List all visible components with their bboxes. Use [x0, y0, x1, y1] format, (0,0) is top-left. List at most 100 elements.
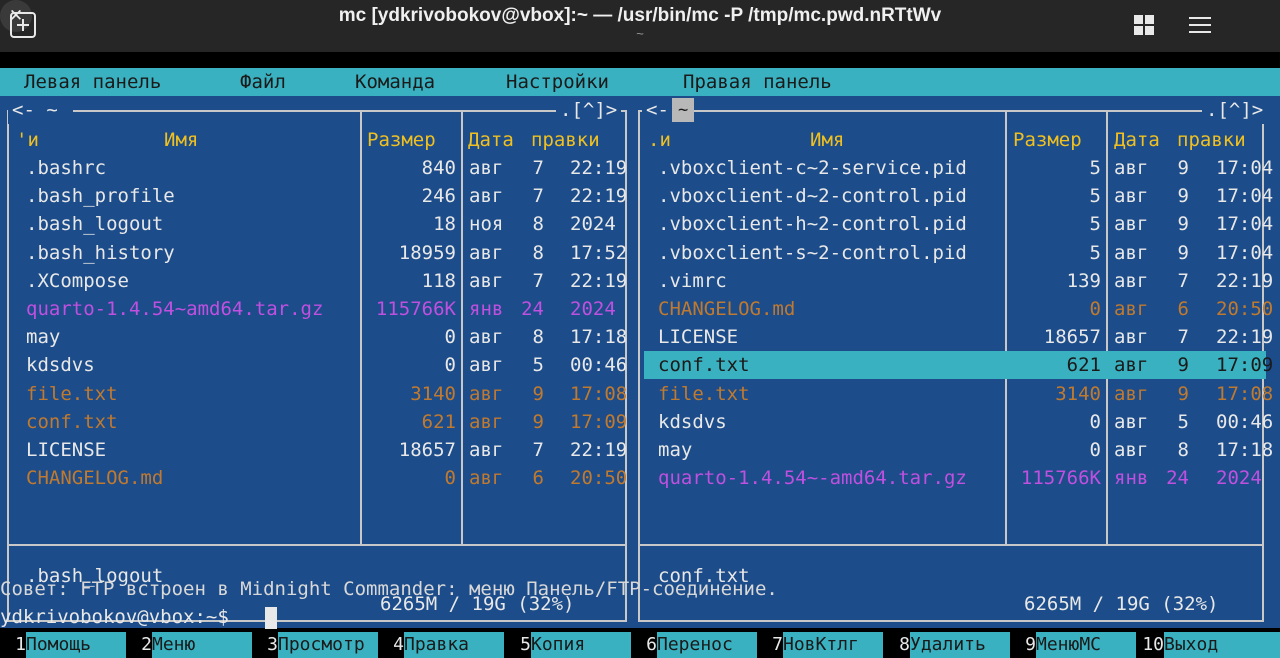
left-header-date[interactable]: Дата — [468, 126, 514, 154]
file-name: .XCompose — [26, 269, 129, 292]
fkey-10[interactable]: 10 Выход — [1136, 632, 1280, 658]
file-row[interactable]: quarto-1.4.54~amd64.tar.gz 115766K янв 24 20… — [0, 295, 636, 323]
fkey-1[interactable]: 1 Помощь — [0, 632, 126, 658]
file-day: 7 — [1177, 269, 1189, 292]
file-row[interactable]: .vboxclient-h~2-control.pid 5 авг 9 17:04 — [636, 210, 1280, 238]
file-month: авг — [1114, 410, 1149, 433]
menu-left-panel[interactable]: Левая панель — [24, 68, 161, 96]
left-header-size[interactable]: Размер — [367, 126, 436, 154]
left-panel[interactable]: <- ~ .[^]> 'и Имя Размер Дата правки .ba… — [0, 96, 636, 628]
file-time: 22:19 — [570, 439, 628, 461]
left-header-modified[interactable]: правки — [531, 126, 600, 154]
right-header-name[interactable]: Имя — [810, 126, 844, 154]
file-time: 17:18 — [570, 326, 628, 349]
file-row[interactable]: .XCompose 118 авг 7 22:19 — [0, 267, 636, 295]
file-time: 17:04 — [1216, 157, 1274, 179]
file-time: 00:46 — [1216, 410, 1274, 433]
file-row[interactable]: kdsdvs 0 авг 5 00:46 — [0, 351, 636, 379]
file-name: kdsdvs — [658, 410, 727, 433]
fkey-label: Перенос — [657, 632, 757, 658]
fkey-8[interactable]: 8 Удалить — [884, 632, 1010, 658]
file-row[interactable]: .vboxclient-c~2-service.pid 5 авг 9 17:04 — [636, 154, 1280, 182]
file-size: 115766K — [1020, 467, 1101, 490]
window-title: mc [ydkrivobokov@vbox]:~ — /usr/bin/mc -… — [338, 5, 942, 26]
file-time: 22:19 — [1216, 269, 1274, 292]
right-panel[interactable]: <- ~ .[^]> .и Имя Размер Дата правки .vb… — [636, 96, 1280, 628]
hamburger-menu-icon[interactable] — [1187, 12, 1213, 38]
file-month: янв — [469, 298, 504, 320]
terminal[interactable]: Левая панель Файл Команда Настройки Прав… — [0, 52, 1280, 658]
mc-menubar: Левая панель Файл Команда Настройки Прав… — [0, 68, 1280, 96]
menu-file[interactable]: Файл — [240, 68, 286, 96]
file-size: 5 — [1089, 185, 1101, 208]
file-row[interactable]: may 0 авг 8 17:18 — [0, 323, 636, 351]
file-row[interactable]: .vboxclient-s~2-control.pid 5 авг 9 17:04 — [636, 239, 1280, 267]
file-row[interactable]: conf.txt 621 авг 9 17:09 — [0, 408, 636, 436]
file-month: авг — [469, 185, 504, 208]
fkey-4[interactable]: 4 Правка — [378, 632, 504, 658]
right-header-modified[interactable]: правки — [1177, 126, 1246, 154]
shell-prompt[interactable]: ydkrivobokov@vbox:~$ — [0, 603, 240, 631]
file-name: .bash_profile — [26, 185, 175, 208]
file-row[interactable]: conf.txt 621 авг 9 17:09 — [636, 351, 1280, 380]
file-row[interactable]: CHANGELOG.md 0 авг 6 20:50 — [636, 295, 1280, 323]
file-day: 8 — [532, 213, 544, 236]
menu-right-panel[interactable]: Правая панель — [683, 68, 832, 96]
fkey-label: Копия — [531, 632, 631, 658]
file-time: 17:09 — [1216, 354, 1274, 377]
right-path[interactable]: ~ — [672, 98, 695, 122]
right-header-date[interactable]: Дата — [1114, 126, 1160, 154]
file-size: 18657 — [1043, 326, 1101, 349]
file-row[interactable]: may 0 авг 8 17:18 — [636, 436, 1280, 464]
file-size: 5 — [1089, 213, 1101, 236]
right-header-size[interactable]: Размер — [1013, 126, 1082, 154]
file-row[interactable]: .bash_history 18959 авг 8 17:52 — [0, 239, 636, 267]
file-row[interactable]: quarto-1.4.54~-amd64.tar.gz 115766K янв 24 2… — [636, 464, 1280, 492]
tab-overview-icon[interactable] — [1131, 12, 1157, 38]
file-size: 18657 — [398, 439, 456, 461]
fkey-3[interactable]: 3 Просмотр — [252, 632, 378, 658]
file-row[interactable]: kdsdvs 0 авг 5 00:46 — [636, 408, 1280, 436]
file-month: авг — [1114, 157, 1149, 179]
file-row[interactable]: CHANGELOG.md 0 авг 6 20:50 — [0, 464, 636, 492]
fkey-number: 4 — [393, 634, 404, 655]
file-row[interactable]: file.txt 3140 авг 9 17:08 — [0, 380, 636, 408]
left-corner-buttons[interactable]: .[^]> — [556, 96, 622, 124]
fkey-6[interactable]: 6 Перенос — [631, 632, 757, 658]
fkey-7[interactable]: 7 НовКтлг — [757, 632, 883, 658]
file-row[interactable]: .bash_logout 18 ноя 8 2024 — [0, 210, 636, 238]
file-row[interactable]: file.txt 3140 авг 9 17:08 — [636, 380, 1280, 408]
file-month: ноя — [469, 213, 504, 236]
file-name: conf.txt — [26, 410, 118, 433]
fkey-5[interactable]: 5 Копия — [505, 632, 631, 658]
file-time: 22:19 — [1216, 326, 1274, 349]
file-row[interactable]: LICENSE 18657 авг 7 22:19 — [0, 436, 636, 464]
file-row[interactable]: .vimrc 139 авг 7 22:19 — [636, 267, 1280, 295]
file-name: may — [26, 326, 61, 349]
file-time: 17:08 — [570, 382, 628, 405]
file-day: 8 — [1177, 439, 1189, 461]
file-time: 17:08 — [1216, 382, 1274, 405]
file-row[interactable]: .bash_profile 246 авг 7 22:19 — [0, 182, 636, 210]
file-size: 5 — [1089, 157, 1101, 179]
menu-options[interactable]: Настройки — [506, 68, 609, 96]
file-time: 20:50 — [1216, 298, 1274, 320]
file-month: авг — [1114, 213, 1149, 236]
left-header-name[interactable]: Имя — [164, 126, 198, 154]
text-cursor — [265, 607, 277, 629]
file-row[interactable]: .bashrc 840 авг 7 22:19 — [0, 154, 636, 182]
fkey-2[interactable]: 2 Меню — [126, 632, 252, 658]
file-day: 9 — [1177, 213, 1189, 236]
file-row[interactable]: .vboxclient-d~2-control.pid 5 авг 9 17:04 — [636, 182, 1280, 210]
menu-command[interactable]: Команда — [355, 68, 435, 96]
file-size: 139 — [1066, 269, 1101, 292]
fkey-9[interactable]: 9 МенюMC — [1010, 632, 1136, 658]
file-size: 621 — [1066, 354, 1101, 377]
left-path[interactable]: ~ — [46, 99, 57, 121]
file-name: .bash_logout — [26, 213, 164, 236]
file-size: 0 — [1089, 298, 1101, 320]
file-name: .bashrc — [26, 157, 107, 179]
file-row[interactable]: LICENSE 18657 авг 7 22:19 — [636, 323, 1280, 351]
right-corner-buttons[interactable]: .[^]> — [1202, 96, 1268, 124]
file-day: 7 — [1177, 326, 1189, 349]
